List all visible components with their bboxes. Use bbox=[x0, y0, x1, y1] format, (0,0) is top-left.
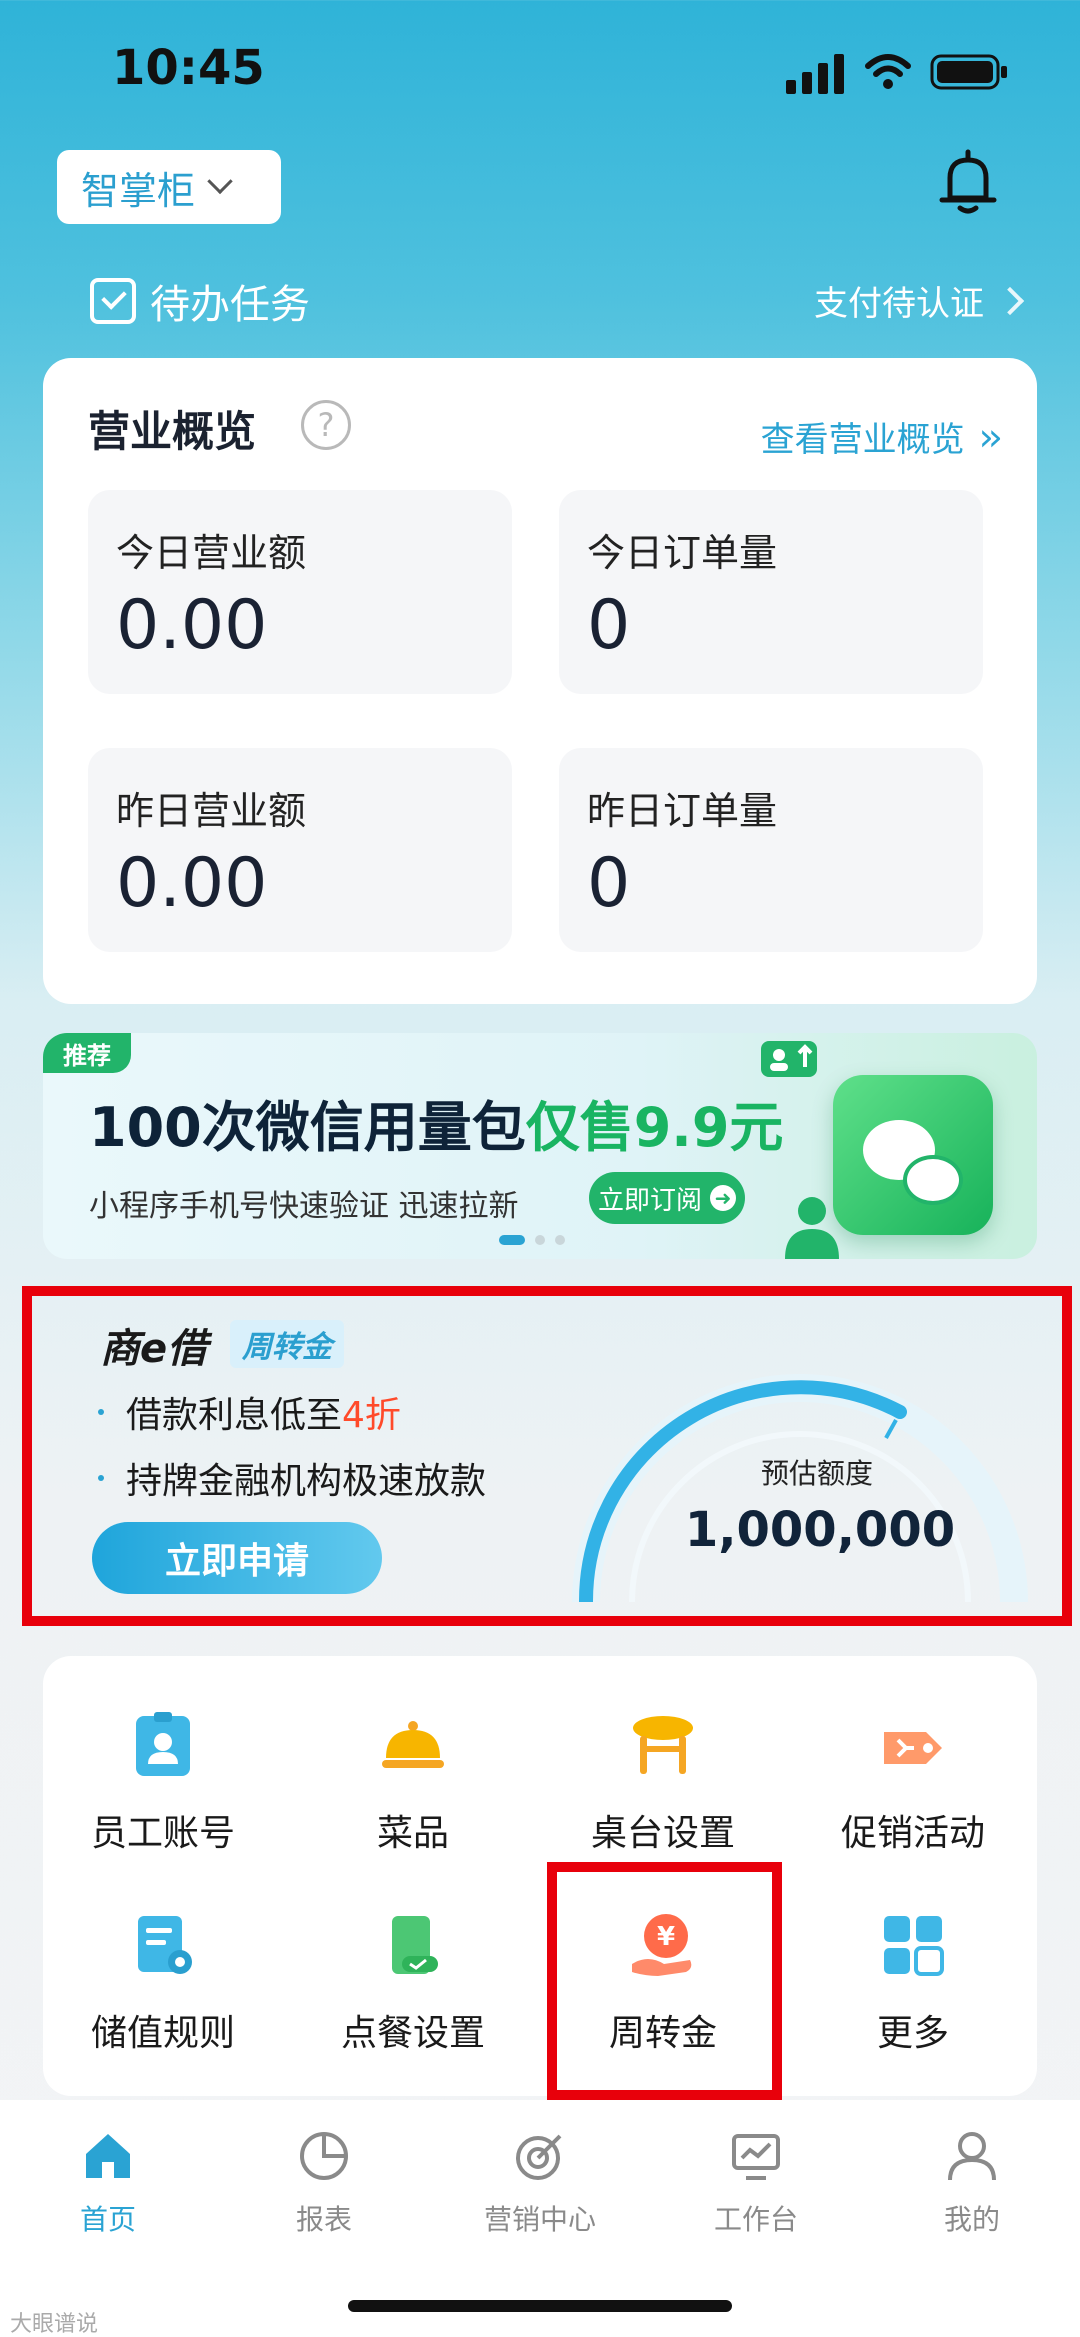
user-icon bbox=[948, 2132, 996, 2181]
status-time: 10:45 bbox=[112, 40, 265, 96]
signal-icon bbox=[786, 54, 844, 94]
chevron-down-icon bbox=[207, 168, 233, 195]
person-icon bbox=[785, 1197, 839, 1259]
store-selector[interactable]: 智掌柜 bbox=[57, 150, 281, 224]
highlight-frame-loan bbox=[22, 1286, 1072, 1626]
target-icon bbox=[516, 2134, 562, 2180]
stat-value: 0.00 bbox=[116, 586, 268, 665]
store-name: 智掌柜 bbox=[81, 168, 196, 213]
stat-yesterday-revenue[interactable]: 昨日营业额 0.00 bbox=[88, 748, 512, 952]
banner-headline: 100次微信用量包仅售9.9元 bbox=[89, 1083, 783, 1162]
banner-headline-main: 100次微信用量包 bbox=[89, 1096, 526, 1159]
banner-headline-price: 仅售9.9元 bbox=[525, 1096, 784, 1159]
home-icon bbox=[86, 2134, 130, 2178]
tab-marketing[interactable]: 营销中心 bbox=[450, 2128, 630, 2238]
stat-today-revenue[interactable]: 今日营业额 0.00 bbox=[88, 490, 512, 694]
carousel-dot bbox=[555, 1235, 565, 1245]
bell-icon[interactable] bbox=[938, 148, 998, 216]
menu-item-tables[interactable]: 桌台设置 bbox=[543, 1700, 783, 1870]
home-indicator bbox=[348, 2300, 732, 2312]
carousel-dots bbox=[499, 1235, 565, 1245]
menu-item-label: 员工账号 bbox=[90, 1813, 235, 1854]
help-icon[interactable]: ? bbox=[301, 400, 351, 450]
function-grid: 员工账号 菜品 桌台设置 促销活动 储值规则 点餐设置 ¥ 周转金 更多 bbox=[43, 1656, 1037, 2096]
stat-today-orders[interactable]: 今日订单量 0 bbox=[559, 490, 983, 694]
pie-chart-icon bbox=[300, 2132, 348, 2180]
watermark: 大眼谱说 bbox=[10, 2312, 99, 2337]
wifi-icon bbox=[865, 54, 911, 89]
order-phone-icon bbox=[392, 1916, 438, 1974]
recommend-tag: 推荐 bbox=[43, 1033, 131, 1073]
business-overview-card: 营业概览 ? 查看营业概览 ›› 今日营业额 0.00 今日订单量 0 昨日营业… bbox=[43, 358, 1037, 1004]
stat-value: 0.00 bbox=[116, 844, 268, 923]
banner-subtext: 小程序手机号快速验证 迅速拉新 bbox=[89, 1189, 519, 1224]
subscribe-button[interactable]: 立即订阅 ➜ bbox=[589, 1172, 745, 1224]
stat-value: 0 bbox=[587, 844, 631, 923]
rules-doc-icon bbox=[138, 1916, 192, 1974]
tab-label: 营销中心 bbox=[483, 2203, 596, 2236]
coupon-tag-icon bbox=[884, 1732, 942, 1764]
menu-item-label: 储值规则 bbox=[90, 2013, 235, 2054]
menu-item-label: 点餐设置 bbox=[340, 2013, 485, 2054]
monitor-icon bbox=[732, 2134, 780, 2180]
table-icon bbox=[633, 1716, 693, 1774]
stat-label: 今日营业额 bbox=[116, 531, 307, 575]
stat-value: 0 bbox=[587, 586, 631, 665]
tab-label: 首页 bbox=[79, 2203, 136, 2236]
stat-label: 昨日营业额 bbox=[116, 789, 307, 833]
stat-yesterday-orders[interactable]: 昨日订单量 0 bbox=[559, 748, 983, 952]
todo-tasks-link[interactable]: 待办任务 bbox=[90, 272, 310, 330]
subscribe-label: 立即订阅 bbox=[597, 1185, 702, 1216]
stat-label: 今日订单量 bbox=[587, 531, 778, 575]
overview-title: 营业概览 bbox=[88, 407, 257, 456]
view-overview-label: 查看营业概览 bbox=[760, 420, 965, 460]
payment-verify-link[interactable]: 支付待认证 bbox=[814, 276, 1025, 325]
carousel-dot bbox=[535, 1235, 545, 1245]
user-add-badge-icon bbox=[761, 1041, 817, 1077]
tab-profile[interactable]: 我的 bbox=[882, 2128, 1062, 2238]
menu-item-promotions[interactable]: 促销活动 bbox=[793, 1700, 1033, 1870]
wechat-bubble-small bbox=[903, 1155, 963, 1205]
stat-label: 昨日订单量 bbox=[587, 789, 778, 833]
menu-item-stored-value[interactable]: 储值规则 bbox=[43, 1900, 283, 2070]
menu-item-label: 更多 bbox=[876, 2013, 949, 2054]
tab-home[interactable]: 首页 bbox=[18, 2128, 198, 2238]
payment-link-label: 支付待认证 bbox=[814, 284, 984, 324]
double-chevron-icon: ›› bbox=[978, 414, 1004, 459]
battery-icon bbox=[930, 54, 1007, 90]
dish-cover-icon bbox=[382, 1721, 444, 1768]
highlight-frame-working-capital bbox=[547, 1862, 782, 2100]
tab-label: 工作台 bbox=[713, 2203, 798, 2236]
menu-item-order-settings[interactable]: 点餐设置 bbox=[293, 1900, 533, 2070]
tab-label: 报表 bbox=[295, 2203, 352, 2236]
view-overview-link[interactable]: 查看营业概览 ›› bbox=[760, 412, 1004, 461]
promo-banner[interactable]: 推荐 100次微信用量包仅售9.9元 小程序手机号快速验证 迅速拉新 立即订阅 … bbox=[43, 1033, 1037, 1259]
checklist-icon bbox=[90, 278, 136, 324]
chevron-right-icon bbox=[995, 286, 1025, 315]
menu-item-staff[interactable]: 员工账号 bbox=[43, 1700, 283, 1870]
carousel-dot-active bbox=[499, 1235, 525, 1245]
menu-item-dishes[interactable]: 菜品 bbox=[293, 1700, 533, 1870]
staff-badge-icon bbox=[136, 1712, 190, 1776]
tab-reports[interactable]: 报表 bbox=[234, 2128, 414, 2238]
arrow-right-icon: ➜ bbox=[710, 1185, 736, 1211]
menu-item-label: 促销活动 bbox=[840, 1813, 985, 1854]
menu-item-label: 桌台设置 bbox=[590, 1813, 735, 1854]
menu-item-label: 菜品 bbox=[376, 1813, 449, 1854]
wechat-icon bbox=[833, 1075, 993, 1235]
todo-label: 待办任务 bbox=[150, 282, 310, 328]
menu-item-more[interactable]: 更多 bbox=[793, 1900, 1033, 2070]
tab-workbench[interactable]: 工作台 bbox=[666, 2128, 846, 2238]
grid-more-icon bbox=[884, 1916, 944, 1976]
tab-label: 我的 bbox=[943, 2203, 1000, 2236]
